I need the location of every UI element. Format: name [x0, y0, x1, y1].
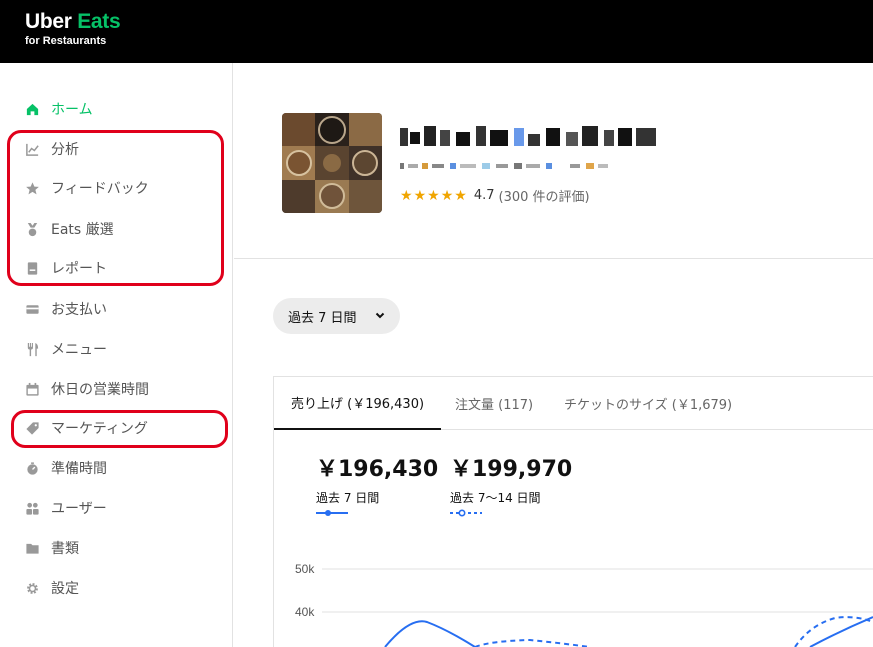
- sidebar-item-label: メニュー: [51, 342, 107, 358]
- store-rating: ★ ★ ★ ★ ★ 4.7 (300 件の評価): [400, 186, 590, 206]
- sidebar-item-prep-time[interactable]: 準備時間: [0, 451, 232, 485]
- tab-ticket-size[interactable]: チケットのサイズ (￥1,679): [564, 377, 732, 430]
- tab-label: 注文量 (117): [455, 398, 534, 413]
- star-icon: ★: [440, 187, 454, 204]
- gear-icon: [24, 580, 40, 596]
- series-current-line: [384, 620, 476, 647]
- sidebar-item-feedback[interactable]: フィードバック: [0, 171, 232, 205]
- star-icon: ★: [427, 187, 440, 204]
- sidebar-item-eats-select[interactable]: Eats 厳選: [0, 212, 232, 246]
- metric-value: ￥196,430: [316, 457, 439, 482]
- sidebar-item-label: お支払い: [51, 302, 107, 318]
- medal-icon: [24, 221, 40, 237]
- store-address-redacted: [400, 160, 610, 175]
- sidebar-item-label: レポート: [51, 261, 107, 277]
- sidebar-item-documents[interactable]: 書類: [0, 531, 232, 565]
- sidebar-item-label: 設定: [51, 581, 79, 597]
- series-current-line: [809, 616, 873, 647]
- rating-value: 4.7: [473, 188, 495, 203]
- sales-line-chart: 50k 40k: [295, 562, 873, 647]
- card-icon: [24, 301, 40, 317]
- y-tick-label: 40k: [295, 605, 315, 619]
- metric-tabs: 売り上げ (￥196,430) 注文量 (117) チケットのサイズ (￥1,6…: [274, 377, 873, 430]
- utensils-icon: [24, 341, 40, 357]
- sidebar-item-label: ホーム: [51, 102, 93, 118]
- calendar-icon: [24, 381, 40, 397]
- sidebar-item-holiday-hours[interactable]: 休日の営業時間: [0, 372, 232, 406]
- logo-subtitle: for Restaurants: [25, 35, 107, 47]
- sidebar-item-label: 準備時間: [51, 461, 107, 477]
- tab-label: 売り上げ (￥196,430): [291, 397, 425, 412]
- report-icon: [24, 260, 40, 276]
- tab-sales[interactable]: 売り上げ (￥196,430): [274, 377, 442, 430]
- sidebar-item-reports[interactable]: レポート: [0, 251, 232, 285]
- period-label: 過去 7 日間: [288, 310, 357, 326]
- sidebar-item-payments[interactable]: お支払い: [0, 292, 232, 326]
- y-tick-label: 50k: [295, 562, 315, 576]
- chart-icon: [24, 141, 40, 157]
- sidebar-item-settings[interactable]: 設定: [0, 571, 232, 605]
- sidebar-item-label: フィードバック: [51, 181, 149, 197]
- star-icon: ★: [413, 187, 427, 204]
- uber-eats-logo[interactable]: Uber Eats: [25, 10, 121, 34]
- metric-label: 過去 7〜14 日間: [450, 491, 541, 505]
- sidebar-item-home[interactable]: ホーム: [0, 92, 232, 126]
- metric-label: 過去 7 日間: [316, 491, 380, 505]
- series-previous-line: [474, 638, 591, 647]
- sidebar-item-label: マーケティング: [51, 421, 148, 437]
- logo-uber-text: Uber: [25, 10, 78, 33]
- rating-count: (300 件の評価): [498, 190, 590, 205]
- sidebar-item-label: 書類: [51, 541, 79, 557]
- metric-previous-period: ￥199,970 過去 7〜14 日間: [450, 451, 572, 517]
- users-icon: [24, 500, 40, 516]
- star-icon: [24, 180, 40, 196]
- star-icon: ★: [400, 187, 413, 204]
- tab-order-volume[interactable]: 注文量 (117): [455, 377, 533, 430]
- metric-value: ￥199,970: [450, 457, 573, 482]
- legend-solid-line-icon: [316, 510, 348, 516]
- home-icon: [24, 101, 40, 117]
- star-icon: ★: [454, 187, 467, 204]
- sidebar-item-menu[interactable]: メニュー: [0, 332, 232, 366]
- period-dropdown[interactable]: 過去 7 日間: [273, 298, 400, 334]
- top-bar: Uber Eats for Restaurants: [0, 0, 873, 63]
- sidebar-item-users[interactable]: ユーザー: [0, 491, 232, 525]
- sidebar-item-label: ユーザー: [51, 501, 107, 517]
- sidebar-item-marketing[interactable]: マーケティング: [0, 411, 232, 445]
- rating-stars: ★ ★ ★ ★ ★: [400, 188, 467, 204]
- store-image: [282, 113, 382, 213]
- tag-icon: [24, 420, 40, 436]
- legend-dashed-line-icon: [450, 509, 482, 517]
- sidebar-item-analytics[interactable]: 分析: [0, 132, 232, 166]
- sidebar-item-label: Eats 厳選: [51, 222, 114, 238]
- logo-eats-text: Eats: [77, 10, 121, 33]
- tab-label: チケットのサイズ (￥1,679): [564, 398, 733, 413]
- store-name-redacted: [400, 122, 660, 159]
- chevron-down-icon: [375, 312, 385, 319]
- folder-icon: [24, 540, 40, 556]
- sidebar-item-label: 休日の営業時間: [51, 382, 149, 398]
- sidebar-item-label: 分析: [51, 142, 79, 158]
- metric-current-period: ￥196,430 過去 7 日間: [316, 451, 438, 517]
- timer-icon: [24, 460, 40, 476]
